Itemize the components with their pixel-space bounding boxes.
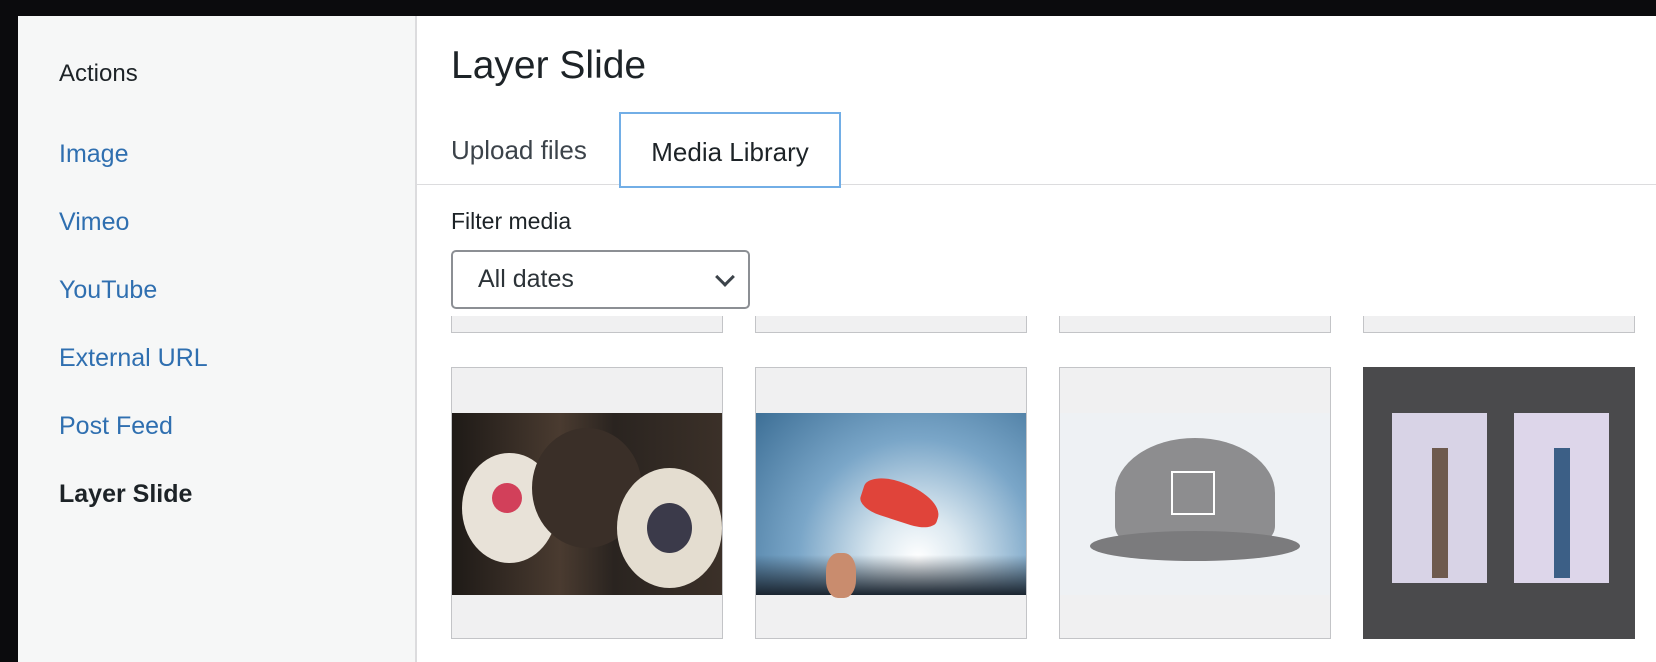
media-thumb-shirts[interactable]: [1363, 367, 1635, 639]
sidebar-item-external-url[interactable]: External URL: [59, 344, 208, 373]
media-thumb-sneaker[interactable]: [755, 367, 1027, 639]
media-thumb-partial[interactable]: [451, 316, 723, 333]
sidebar-item-vimeo[interactable]: Vimeo: [59, 208, 129, 237]
sidebar-item-image[interactable]: Image: [59, 140, 128, 169]
media-thumb-cap[interactable]: [1059, 367, 1331, 639]
media-thumb-partial[interactable]: [1059, 316, 1331, 333]
sidebar-item-post-feed[interactable]: Post Feed: [59, 412, 173, 441]
media-thumb-partial[interactable]: [1363, 316, 1635, 333]
media-thumb-partial[interactable]: [755, 316, 1027, 333]
media-thumb-bags[interactable]: [451, 367, 723, 639]
sidebar-heading: Actions: [59, 60, 138, 87]
sidebar-item-youtube[interactable]: YouTube: [59, 276, 157, 305]
bags-image: [452, 413, 722, 595]
sidebar-item-layer-slide[interactable]: Layer Slide: [59, 480, 192, 509]
sneaker-image: [756, 413, 1026, 598]
media-modal: Actions Image Vimeo YouTube External URL…: [18, 16, 1656, 662]
actions-sidebar: Actions Image Vimeo YouTube External URL…: [18, 16, 417, 662]
media-frame: Layer Slide Upload files Media Library F…: [417, 16, 1656, 662]
cap-image: [1060, 413, 1330, 595]
